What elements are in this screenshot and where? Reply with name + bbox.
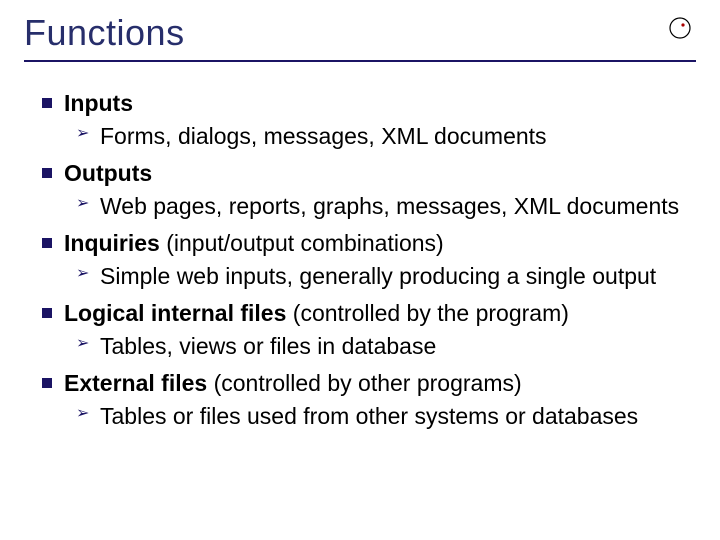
chevron-right-icon: ➢ bbox=[76, 263, 90, 285]
bullet-list: Inputs ➢ Forms, dialogs, messages, XML d… bbox=[24, 88, 696, 432]
sub-text: Tables, views or files in database bbox=[100, 331, 696, 362]
sub-list: ➢ Web pages, reports, graphs, messages, … bbox=[42, 191, 696, 222]
item-heading-wrap: Inputs bbox=[64, 88, 133, 119]
square-bullet-icon bbox=[42, 308, 52, 318]
sub-text: Simple web inputs, generally producing a… bbox=[100, 261, 696, 292]
item-heading: Inquiries bbox=[64, 230, 160, 256]
item-heading: External files bbox=[64, 370, 207, 396]
list-item: Inquiries (input/output combinations) ➢ … bbox=[42, 228, 696, 292]
square-bullet-icon bbox=[42, 98, 52, 108]
item-heading-wrap: Logical internal files (controlled by th… bbox=[64, 298, 569, 329]
sub-text: Forms, dialogs, messages, XML documents bbox=[100, 121, 696, 152]
list-item: Logical internal files (controlled by th… bbox=[42, 298, 696, 362]
sub-list: ➢ Forms, dialogs, messages, XML document… bbox=[42, 121, 696, 152]
square-bullet-icon bbox=[42, 378, 52, 388]
item-paren: (input/output combinations) bbox=[160, 230, 444, 256]
title-row: Functions bbox=[24, 12, 696, 54]
square-bullet-icon bbox=[42, 168, 52, 178]
slide: Functions Inputs ➢ Forms, dialogs, messa… bbox=[0, 0, 720, 540]
list-item: Inputs ➢ Forms, dialogs, messages, XML d… bbox=[42, 88, 696, 152]
sub-item: ➢ Tables or files used from other system… bbox=[76, 401, 696, 432]
chevron-right-icon: ➢ bbox=[76, 123, 90, 145]
sub-item: ➢ Forms, dialogs, messages, XML document… bbox=[76, 121, 696, 152]
list-item: External files (controlled by other prog… bbox=[42, 368, 696, 432]
sub-list: ➢ Tables or files used from other system… bbox=[42, 401, 696, 432]
title-underline bbox=[24, 60, 696, 62]
sub-item: ➢ Tables, views or files in database bbox=[76, 331, 696, 362]
sub-item: ➢ Web pages, reports, graphs, messages, … bbox=[76, 191, 696, 222]
item-heading-wrap: Outputs bbox=[64, 158, 152, 189]
chevron-right-icon: ➢ bbox=[76, 403, 90, 425]
item-heading: Inputs bbox=[64, 90, 133, 116]
chevron-right-icon: ➢ bbox=[76, 333, 90, 355]
item-paren: (controlled by the program) bbox=[286, 300, 569, 326]
slide-title: Functions bbox=[24, 12, 185, 54]
sub-text: Web pages, reports, graphs, messages, XM… bbox=[100, 191, 696, 222]
list-item: Outputs ➢ Web pages, reports, graphs, me… bbox=[42, 158, 696, 222]
sub-list: ➢ Tables, views or files in database bbox=[42, 331, 696, 362]
sub-item: ➢ Simple web inputs, generally producing… bbox=[76, 261, 696, 292]
item-heading-wrap: Inquiries (input/output combinations) bbox=[64, 228, 444, 259]
circle-dot-icon bbox=[668, 16, 692, 40]
item-heading-wrap: External files (controlled by other prog… bbox=[64, 368, 522, 399]
item-paren: (controlled by other programs) bbox=[207, 370, 521, 396]
chevron-right-icon: ➢ bbox=[76, 193, 90, 215]
sub-text: Tables or files used from other systems … bbox=[100, 401, 696, 432]
item-heading: Outputs bbox=[64, 160, 152, 186]
sub-list: ➢ Simple web inputs, generally producing… bbox=[42, 261, 696, 292]
square-bullet-icon bbox=[42, 238, 52, 248]
item-heading: Logical internal files bbox=[64, 300, 286, 326]
